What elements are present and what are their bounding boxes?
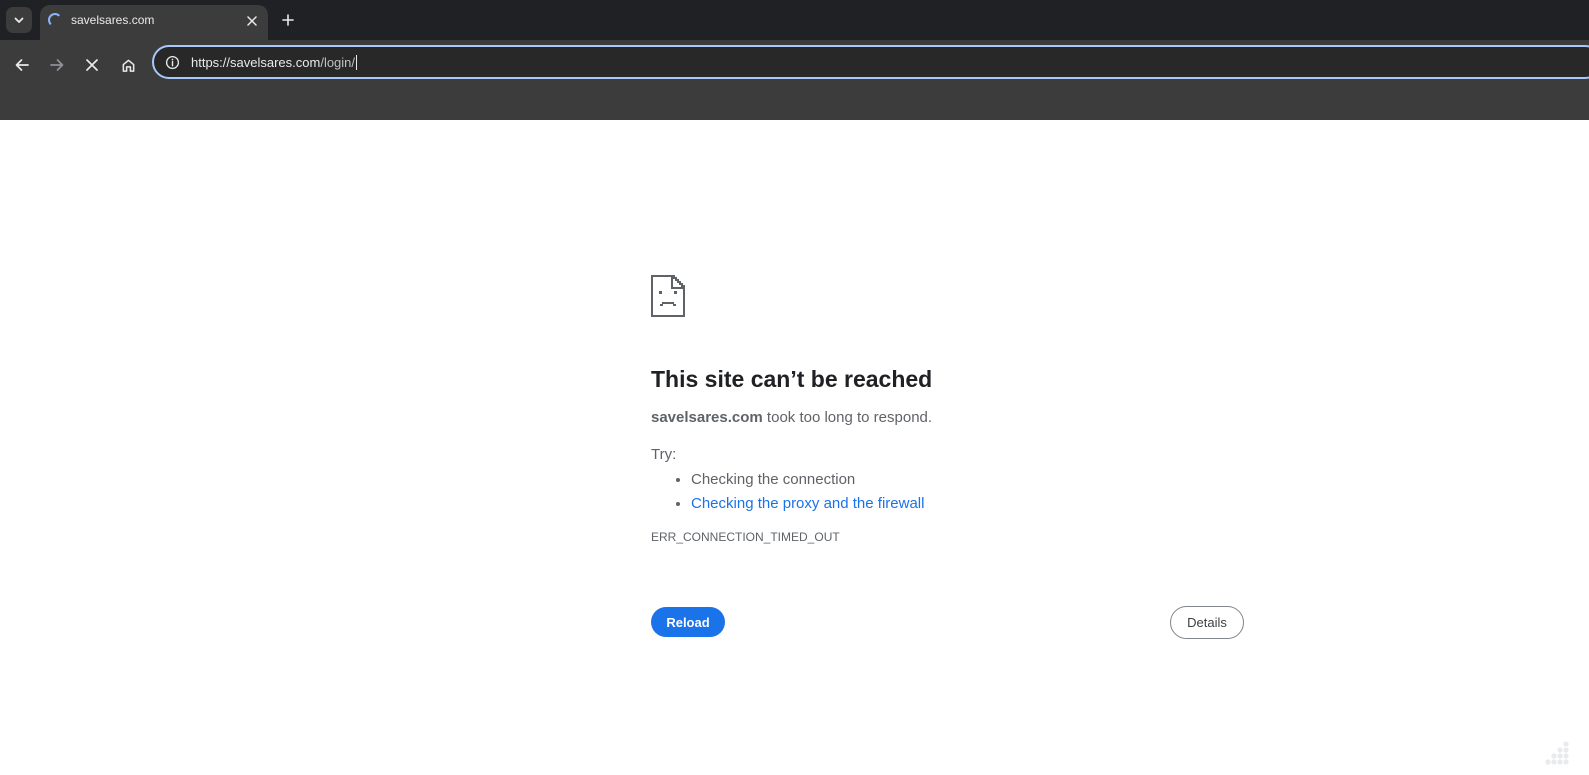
error-code: ERR_CONNECTION_TIMED_OUT <box>651 530 840 544</box>
url-path: /login/ <box>320 55 356 70</box>
error-message: took too long to respond. <box>762 409 933 426</box>
suggestion-link-proxy-firewall[interactable]: Checking the proxy and the firewall <box>691 495 924 512</box>
try-label: Try: <box>651 446 677 463</box>
forward-button[interactable] <box>42 50 72 80</box>
suggestions-list: Checking the connection Checking the pro… <box>651 468 1251 516</box>
error-host: savelsares.com <box>651 409 763 426</box>
site-info-icon[interactable] <box>163 53 181 71</box>
details-button[interactable]: Details <box>1170 606 1244 639</box>
text-caret <box>356 55 358 70</box>
loading-spinner-icon <box>48 13 62 27</box>
info-icon <box>165 55 179 69</box>
tab-close-button[interactable] <box>242 11 262 31</box>
error-description: savelsares.com took too long to respond. <box>651 408 1251 428</box>
suggestion-item: Checking the proxy and the firewall <box>691 492 1251 516</box>
url-host: https://savelsares.com <box>191 55 321 70</box>
chevron-down-icon <box>14 17 24 23</box>
new-tab-button[interactable] <box>276 8 300 32</box>
tab-strip: savelsares.com <box>0 0 1589 40</box>
corner-dots-icon <box>1545 741 1569 765</box>
close-icon <box>86 59 98 71</box>
tab-title: savelsares.com <box>71 13 155 27</box>
reload-button[interactable]: Reload <box>651 607 725 637</box>
url-text[interactable]: https://savelsares.com/login/ <box>191 55 358 70</box>
sad-document-icon <box>651 275 685 317</box>
suggestion-item: Checking the connection <box>691 468 1251 492</box>
close-icon <box>247 16 257 26</box>
browser-toolbar: https://savelsares.com/login/ <box>0 40 1589 120</box>
tab-active[interactable]: savelsares.com <box>40 5 268 40</box>
stop-loading-button[interactable] <box>77 50 107 80</box>
error-title: This site can’t be reached <box>651 366 933 392</box>
address-bar[interactable]: https://savelsares.com/login/ <box>152 45 1589 79</box>
arrow-right-icon <box>50 59 64 71</box>
tab-search-button[interactable] <box>6 7 32 33</box>
home-button[interactable] <box>113 50 143 80</box>
page-content: This site can’t be reached savelsares.co… <box>0 120 1589 775</box>
home-icon <box>122 59 134 72</box>
arrow-left-icon <box>15 59 29 71</box>
suggestion-text: Checking the connection <box>691 471 856 488</box>
plus-icon <box>282 14 294 26</box>
error-container: This site can’t be reached savelsares.co… <box>651 275 1251 545</box>
back-button[interactable] <box>7 50 37 80</box>
